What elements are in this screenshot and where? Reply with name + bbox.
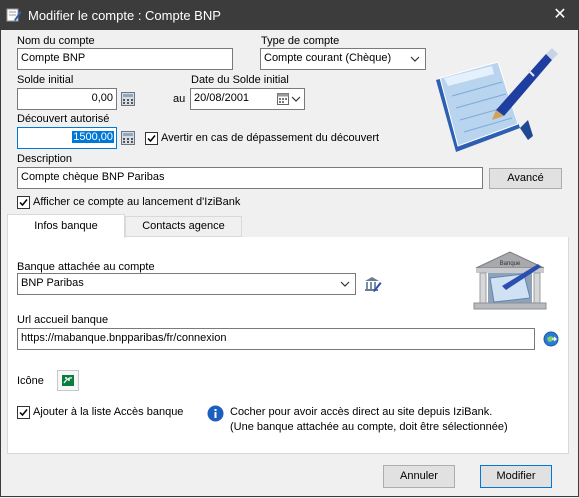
icon-label: Icône: [17, 375, 44, 387]
info-icon: [207, 405, 224, 425]
account-name-label: Nom du compte: [17, 35, 95, 47]
account-name-input[interactable]: Compte BNP: [17, 48, 233, 70]
add-access-label: Ajouter à la liste Accès banque: [33, 406, 184, 418]
chevron-down-icon[interactable]: [291, 94, 301, 107]
show-on-launch-label: Afficher ce compte au lancement d'IziBan…: [33, 196, 241, 208]
bank-edit-icon[interactable]: [364, 275, 382, 296]
account-illustration: [428, 40, 563, 158]
window-title: Modifier le compte : Compte BNP: [28, 8, 221, 23]
add-access-checkbox[interactable]: [17, 406, 30, 419]
url-input[interactable]: https://mabanque.bnpparibas/fr/connexion: [17, 328, 535, 350]
info-text-line1: Cocher pour avoir accès direct au site d…: [230, 406, 493, 418]
account-type-label: Type de compte: [261, 35, 340, 47]
tab-contacts-agence[interactable]: Contacts agence: [125, 216, 242, 237]
bank-illustration: Banque: [472, 250, 548, 312]
modify-button[interactable]: Modifier: [480, 465, 552, 488]
overdraft-input[interactable]: 1500,00: [17, 127, 117, 149]
initial-balance-label: Solde initial: [17, 74, 74, 86]
balance-date-label: Date du Solde initial: [191, 74, 289, 86]
calculator-icon[interactable]: [121, 92, 135, 106]
initial-balance-input[interactable]: 0,00: [17, 88, 117, 110]
bank-logo-icon[interactable]: [57, 370, 79, 391]
overdraft-label: Découvert autorisé: [17, 113, 110, 125]
account-type-select[interactable]: Compte courant (Chèque): [260, 48, 426, 70]
bank-select[interactable]: BNP Paribas: [17, 273, 356, 295]
calculator-icon[interactable]: [121, 131, 135, 145]
balance-date-value: 20/08/2001: [194, 92, 250, 104]
globe-icon[interactable]: [543, 331, 559, 350]
title-bar: Modifier le compte : Compte BNP ✕: [0, 0, 579, 30]
close-icon[interactable]: ✕: [546, 4, 574, 26]
au-label: au: [173, 93, 186, 105]
info-text-line2: (Une banque attachée au compte, doit êtr…: [230, 421, 508, 433]
bank-label: Banque attachée au compte: [17, 261, 155, 273]
description-input[interactable]: Compte chèque BNP Paribas: [17, 167, 483, 189]
advanced-button[interactable]: Avancé: [489, 168, 562, 189]
overdraft-warn-checkbox[interactable]: [145, 132, 158, 145]
show-on-launch-checkbox[interactable]: [17, 196, 30, 209]
cancel-button[interactable]: Annuler: [383, 465, 455, 488]
overdraft-value: 1500,00: [72, 131, 114, 143]
description-label: Description: [17, 153, 73, 165]
bank-value: BNP Paribas: [21, 277, 84, 289]
bank-illustration-text: Banque: [500, 261, 521, 267]
tab-infos-banque[interactable]: Infos banque: [7, 214, 125, 238]
url-label: Url accueil banque: [17, 314, 109, 326]
balance-date-input[interactable]: 20/08/2001: [190, 88, 305, 110]
chevron-down-icon: [339, 278, 351, 290]
account-type-value: Compte courant (Chèque): [264, 52, 392, 64]
chevron-down-icon: [409, 53, 421, 65]
calendar-icon[interactable]: [277, 92, 289, 108]
overdraft-warn-label: Avertir en cas de dépassement du découve…: [161, 132, 380, 144]
edit-account-icon: [6, 7, 22, 23]
